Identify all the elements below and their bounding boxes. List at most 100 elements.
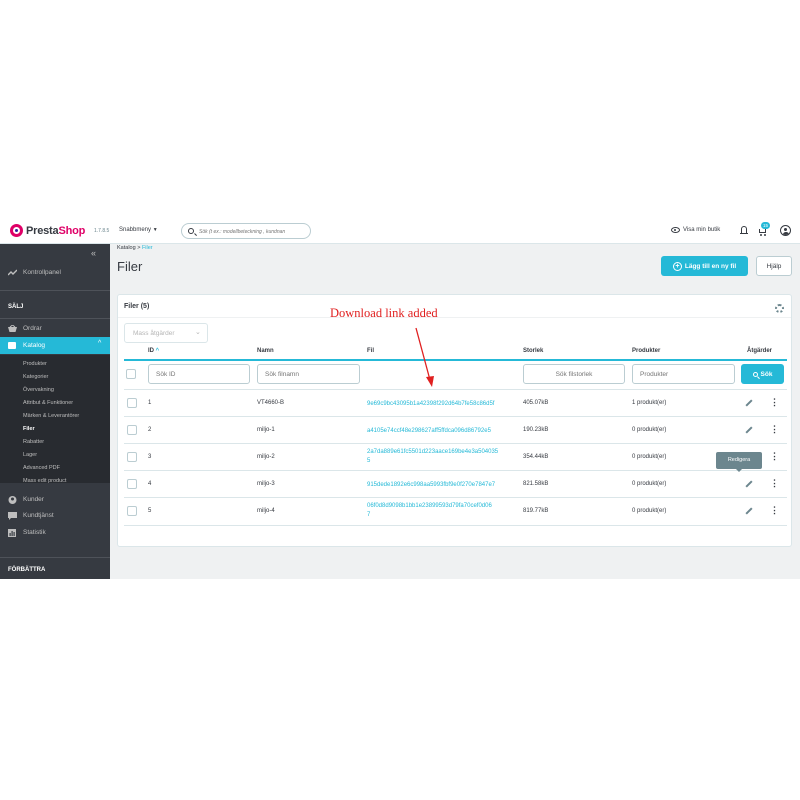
prestashop-logo[interactable]: PrestaShop xyxy=(10,224,85,237)
row-checkbox[interactable] xyxy=(127,479,137,489)
filter-search-button[interactable]: Sök xyxy=(741,364,784,384)
collapse-sidebar-icon[interactable]: « xyxy=(91,248,96,258)
view-shop-link[interactable]: Visa min butik xyxy=(671,227,720,233)
filter-id-input[interactable] xyxy=(148,364,250,384)
sidebar-item-dashboard[interactable]: Kontrollpanel xyxy=(7,269,61,276)
row-file-link[interactable]: 06f0d8d9098b1bb1e23899593d79fa70cef0d06 7 xyxy=(367,502,492,520)
sidebar-item-orders[interactable]: Ordrar xyxy=(8,324,42,332)
plus-circle-icon: + xyxy=(672,261,682,271)
row-id: 4 xyxy=(148,481,152,487)
puffin-logo-icon xyxy=(10,224,23,237)
search-icon xyxy=(188,228,194,234)
table-row[interactable]: 2 miljo-1 a4105e74ccf48e298627aff5ffdca0… xyxy=(124,416,787,443)
sidebar-item-catalog[interactable]: Katalog ^ xyxy=(0,337,110,354)
gear-icon[interactable] xyxy=(775,304,784,313)
submenu-item-discounts[interactable]: Rabatter xyxy=(23,439,44,445)
filter-search-label: Sök xyxy=(760,370,773,378)
header-search-input[interactable] xyxy=(199,226,309,237)
submenu-item-products[interactable]: Produkter xyxy=(23,361,47,367)
row-file-link[interactable]: 9e69c9bc43095b1a42398f292d64b7fe58c86d5f xyxy=(367,400,494,409)
sidebar-divider xyxy=(0,557,110,558)
column-header-products[interactable]: Produkter xyxy=(632,348,660,354)
column-header-actions: Åtgärder xyxy=(747,348,773,354)
column-header-id[interactable]: ID ^ xyxy=(148,348,159,354)
edit-pencil-icon[interactable] xyxy=(744,399,754,405)
submenu-item-monitoring[interactable]: Övervakning xyxy=(23,387,54,393)
search-icon xyxy=(752,371,758,377)
catalog-submenu: Produkter Kategorier Övervakning Attribu… xyxy=(0,355,110,484)
add-new-file-label: Lägg till en ny fil xyxy=(684,262,737,270)
store-icon xyxy=(8,342,16,349)
submenu-item-attributes[interactable]: Attribut & Funktioner xyxy=(23,400,73,406)
sort-ascending-icon: ^ xyxy=(155,348,160,354)
submenu-item-stock[interactable]: Lager xyxy=(23,452,37,458)
row-size: 354.44kB xyxy=(523,454,549,460)
table-row[interactable]: 3 miljo-2 2a7da889e61fc5501d223aace169be… xyxy=(124,443,787,470)
user-icon xyxy=(8,496,17,504)
help-button[interactable]: Hjälp xyxy=(756,256,792,276)
bulk-actions-dropdown[interactable]: Mass åtgärder ⌄ xyxy=(124,323,208,343)
quick-menu-dropdown[interactable]: Snabbmeny ▼ xyxy=(119,227,158,233)
column-header-size[interactable]: Storlek xyxy=(523,348,543,354)
more-options-icon[interactable]: ⋮ xyxy=(770,398,779,407)
edit-pencil-icon[interactable] xyxy=(744,426,754,432)
version-label: 1.7.8.5 xyxy=(94,228,110,234)
row-name: miljo-2 xyxy=(257,454,275,460)
quick-menu-label: Snabbmeny xyxy=(119,227,152,233)
sidebar-item-customer-service[interactable]: Kundtjänst xyxy=(8,512,54,520)
row-file-link[interactable]: 915dede1892e6c998aa5993fbf9e0f270e7847e7 xyxy=(367,481,495,490)
row-checkbox[interactable] xyxy=(127,425,137,435)
table-header-underline xyxy=(124,359,787,361)
more-options-icon[interactable]: ⋮ xyxy=(770,506,779,515)
sidebar: « Kontrollpanel SÄLJ Ordrar Katalog ^ Pr… xyxy=(0,244,110,579)
row-size: 405.07kB xyxy=(523,400,549,406)
row-file-link[interactable]: 2a7da889e61fc5501d223aace169be4e3a504035… xyxy=(367,448,498,466)
submenu-item-brands[interactable]: Märken & Leverantörer xyxy=(23,413,79,419)
header-search[interactable] xyxy=(181,223,311,239)
sidebar-item-label: Kundtjänst xyxy=(23,512,54,519)
annotation-text: Download link added xyxy=(330,306,438,320)
bulk-actions-label: Mass åtgärder xyxy=(133,330,175,337)
row-size: 821.58kB xyxy=(523,481,549,487)
sidebar-item-label: Kontrollpanel xyxy=(23,269,61,276)
table-bottom-border xyxy=(124,525,787,526)
more-options-icon[interactable]: ⋮ xyxy=(770,479,779,488)
card-divider xyxy=(118,317,791,318)
sidebar-section-improve: FÖRBÄTTRA xyxy=(8,567,46,573)
column-header-file[interactable]: Fil xyxy=(367,348,374,354)
submenu-item-files[interactable]: Filer xyxy=(23,426,35,432)
add-new-file-button[interactable]: + Lägg till en ny fil xyxy=(661,256,748,276)
filter-products-input[interactable] xyxy=(632,364,735,384)
table-row[interactable]: 1 VT4660-B 9e69c9bc43095b1a42398f292d64b… xyxy=(124,389,787,416)
more-options-icon[interactable]: ⋮ xyxy=(770,452,779,461)
sidebar-item-stats[interactable]: Statistik xyxy=(8,529,46,537)
sidebar-item-customers[interactable]: Kunder xyxy=(8,496,44,504)
row-checkbox[interactable] xyxy=(127,398,137,408)
table-row[interactable]: 5 miljo-4 06f0d8d9098b1bb1e23899593d79fa… xyxy=(124,497,787,524)
row-checkbox[interactable] xyxy=(127,506,137,516)
edit-pencil-icon[interactable] xyxy=(744,480,754,486)
submenu-item-categories[interactable]: Kategorier xyxy=(23,374,48,380)
submenu-item-advanced-pdf[interactable]: Advanced PDF xyxy=(23,465,60,471)
view-shop-label: Visa min butik xyxy=(683,227,721,233)
select-all-checkbox[interactable] xyxy=(126,369,136,379)
chevron-up-icon: ^ xyxy=(98,340,102,347)
caret-down-icon: ▼ xyxy=(152,227,158,233)
filter-name-input[interactable] xyxy=(257,364,360,384)
filter-size-input[interactable] xyxy=(523,364,625,384)
user-account-icon[interactable] xyxy=(780,225,791,236)
table-row[interactable]: 4 miljo-3 915dede1892e6c998aa5993fbf9e0f… xyxy=(124,470,787,497)
submenu-item-mass-edit[interactable]: Mass edit product xyxy=(23,478,66,484)
cart-badge: 15 xyxy=(761,222,771,229)
row-products: 0 produkt(er) xyxy=(632,508,667,514)
edit-pencil-icon[interactable] xyxy=(744,507,754,513)
column-header-name[interactable]: Namn xyxy=(257,348,274,354)
row-id: 5 xyxy=(148,508,152,514)
more-options-icon[interactable]: ⋮ xyxy=(770,425,779,434)
notifications-bell-icon[interactable] xyxy=(740,226,748,235)
row-file-link[interactable]: a4105e74ccf48e298627aff5ffdca096d86792e5 xyxy=(367,427,491,436)
breadcrumb-parent[interactable]: Katalog xyxy=(117,245,136,251)
row-checkbox[interactable] xyxy=(127,452,137,462)
eye-icon xyxy=(671,227,680,233)
sidebar-item-label: Statistik xyxy=(23,529,46,536)
